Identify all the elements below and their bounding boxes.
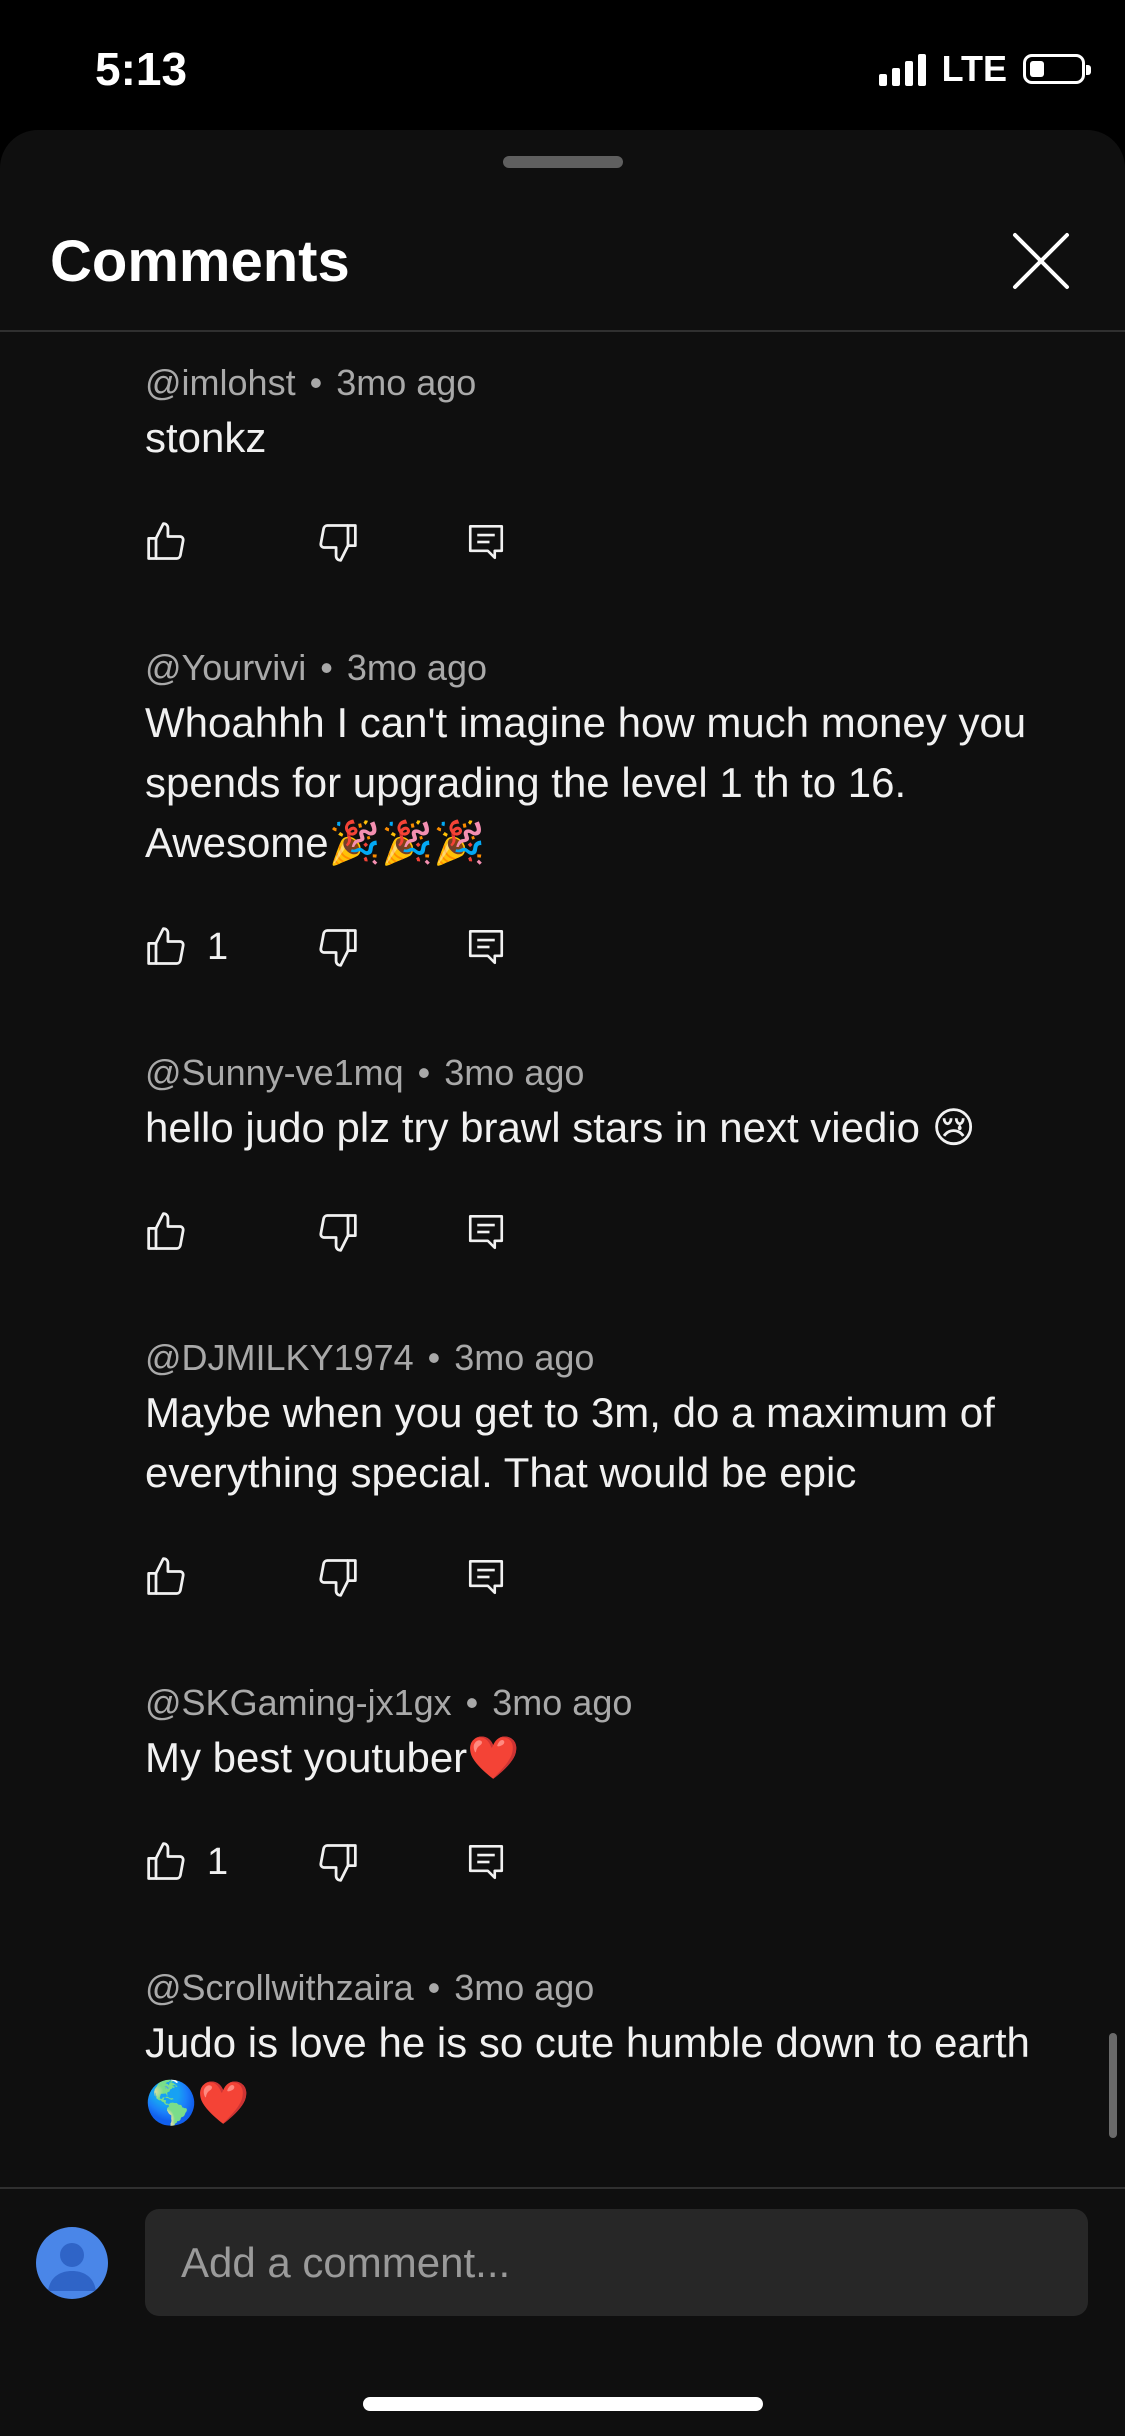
comment-meta: @Sunny-ve1mq • 3mo ago [145, 1052, 585, 1093]
reply-icon [465, 1210, 507, 1254]
like-count: 1 [207, 925, 229, 968]
reply-icon [465, 925, 507, 969]
comment-age: 3mo ago [454, 1337, 595, 1378]
thumbs-up-icon [145, 520, 189, 564]
status-bar: 5:13 LTE [0, 0, 1125, 130]
scrollbar[interactable] [1109, 2033, 1117, 2138]
thumbs-down-icon [315, 1555, 359, 1599]
reply-button[interactable] [465, 512, 507, 572]
reply-button[interactable] [465, 917, 507, 977]
comment-item: @Sunny-ve1mq • 3mo ago hello judo plz try … [145, 1052, 1045, 1252]
comment-meta: @Yourvivi • 3mo ago [145, 647, 487, 688]
thumbs-down-icon [315, 1210, 359, 1254]
thumbs-up-icon [145, 1555, 189, 1599]
reply-button[interactable] [465, 1202, 507, 1262]
composer-divider [0, 2187, 1125, 2189]
reply-icon [465, 1840, 507, 1884]
comment-author[interactable]: @imlohst [145, 362, 296, 403]
comment-age: 3mo ago [444, 1052, 585, 1093]
comment-text: My best youtuber❤️ [145, 1734, 520, 1781]
comment-list[interactable]: @imlohst • 3mo ago stonkz @Yourvivi • 3mo ag… [0, 332, 1125, 2187]
avatar[interactable] [36, 2227, 108, 2299]
comment-item: @Scrollwithzaira • 3mo ago Judo is love he… [145, 1967, 1045, 2133]
like-button[interactable]: 1 [145, 917, 228, 977]
thumbs-up-icon [145, 1840, 189, 1884]
like-button[interactable] [145, 1547, 207, 1607]
comment-item: @SKGaming-jx1gx • 3mo ago My best youtuber… [145, 1682, 1045, 1883]
dislike-button[interactable] [315, 1832, 359, 1892]
comment-author[interactable]: @Scrollwithzaira [145, 1967, 414, 2008]
comment-meta: @SKGaming-jx1gx • 3mo ago [145, 1682, 633, 1723]
thumbs-down-icon [315, 1840, 359, 1884]
sheet-drag-handle[interactable] [503, 156, 623, 168]
comment-meta: @DJMILKY1974 • 3mo ago [145, 1337, 595, 1378]
comment-age: 3mo ago [454, 1967, 595, 2008]
status-time: 5:13 [95, 43, 188, 95]
comment-item: @imlohst • 3mo ago stonkz [145, 362, 1045, 562]
dislike-button[interactable] [315, 512, 359, 572]
comment-text: Maybe when you get to 3m, do a maximum o… [145, 1389, 995, 1496]
dislike-button[interactable] [315, 1547, 359, 1607]
close-button[interactable] [1005, 225, 1077, 297]
reply-icon [465, 520, 507, 564]
comment-author[interactable]: @Sunny-ve1mq [145, 1052, 404, 1093]
reply-icon [465, 1555, 507, 1599]
comment-meta: @Scrollwithzaira • 3mo ago [145, 1967, 595, 2008]
battery-icon [1023, 54, 1091, 84]
dislike-button[interactable] [315, 1202, 359, 1262]
thumbs-down-icon [315, 520, 359, 564]
close-icon [1013, 233, 1069, 289]
like-button[interactable] [145, 512, 207, 572]
home-indicator[interactable] [363, 2397, 763, 2411]
network-type: LTE [941, 48, 1007, 89]
sheet-title: Comments [50, 229, 350, 294]
comment-author[interactable]: @Yourvivi [145, 647, 306, 688]
like-count: 1 [207, 1840, 229, 1883]
comment-age: 3mo ago [492, 1682, 633, 1723]
comment-author[interactable]: @SKGaming-jx1gx [145, 1682, 452, 1723]
user-icon [48, 2243, 96, 2291]
signal-icon [878, 52, 926, 86]
like-button[interactable]: 1 [145, 1832, 228, 1892]
like-button[interactable] [145, 1202, 207, 1262]
comment-text: hello judo plz try brawl stars in next v… [145, 1104, 976, 1151]
comment-text: Whoahhh I can't imagine how much money y… [145, 699, 1027, 866]
thumbs-up-icon [145, 925, 189, 969]
comment-text: Judo is love he is so cute humble down t… [145, 2019, 1030, 2126]
comment-item: @Yourvivi • 3mo ago Whoahhh I can't imagin… [145, 647, 1045, 968]
reply-button[interactable] [465, 1832, 507, 1892]
comment-input[interactable]: Add a comment... [145, 2209, 1088, 2316]
comment-item: @DJMILKY1974 • 3mo ago Maybe when you get … [145, 1337, 1045, 1597]
thumbs-down-icon [315, 925, 359, 969]
comment-text: stonkz [145, 414, 267, 461]
thumbs-up-icon [145, 1210, 189, 1254]
comment-age: 3mo ago [336, 362, 477, 403]
comment-age: 3mo ago [346, 647, 487, 688]
comment-meta: @imlohst • 3mo ago [145, 362, 477, 403]
dislike-button[interactable] [315, 917, 359, 977]
comments-sheet: Comments @imlohst • 3mo ago stonkz @Yourvi… [0, 130, 1125, 2436]
status-indicators: LTE [878, 48, 1091, 90]
reply-button[interactable] [465, 1547, 507, 1607]
comment-author[interactable]: @DJMILKY1974 [145, 1337, 414, 1378]
